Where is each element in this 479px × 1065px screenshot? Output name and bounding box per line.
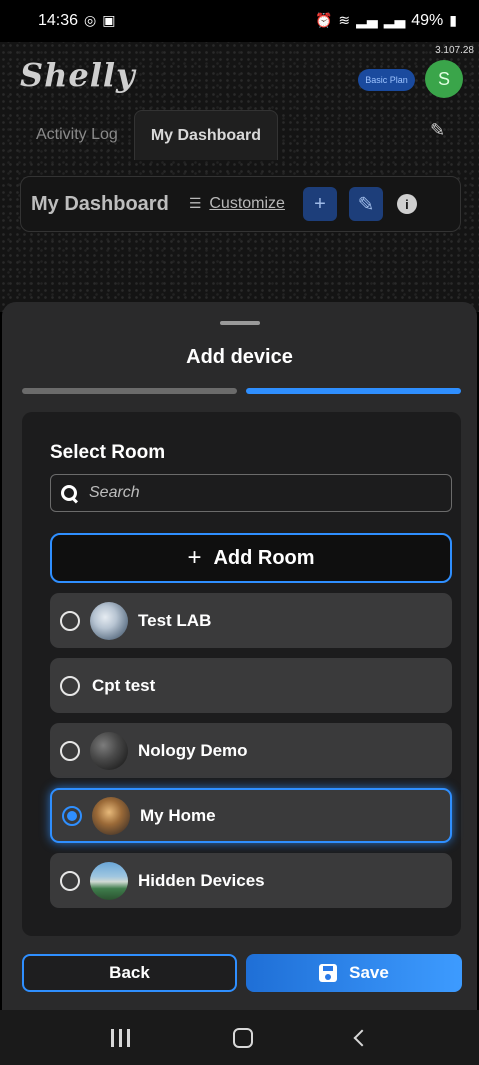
room-label: Cpt test [92,675,156,695]
app-version: 3.107.28 [435,45,474,56]
sliders-icon: ☰ [188,196,202,212]
customize-label: Customize [209,195,285,212]
status-right-group: ⏰ ≋ ▂▄ ▂▄ 49% ▮ [315,12,457,30]
room-thumbnail [92,796,130,835]
avatar[interactable]: S [425,60,463,98]
room-label: My Home [140,805,216,825]
system-nav-bar [0,1010,479,1065]
status-bar: 14:36 ◎ ▣ ⏰ ≋ ▂▄ ▂▄ 49% ▮ [0,0,479,42]
info-icon[interactable]: i [396,194,417,214]
save-button[interactable]: Save [246,954,462,992]
home-icon[interactable] [232,1027,253,1048]
room-thumbnail [90,601,128,640]
plan-badge[interactable]: Basic Plan [358,69,415,91]
room-thumbnail [90,861,128,900]
room-label: Nology Demo [138,740,248,760]
room-item-test-lab[interactable]: Test LAB [50,593,452,648]
room-item-cpt-test[interactable]: Cpt test [50,658,452,713]
signal-icon: ▂▄ [383,13,406,29]
room-item-hidden-devices[interactable]: Hidden Devices [50,853,452,908]
clock: 14:36 [38,12,79,29]
add-room-button[interactable]: + Add Room [50,533,452,583]
search-input[interactable] [89,484,441,502]
radio-icon[interactable] [60,740,80,761]
back-button[interactable]: Back [22,954,237,992]
search-icon [61,485,77,501]
add-device-sheet: Add device Select Room + Add Room Test L… [2,302,477,1010]
dashboard-header-card: My Dashboard ☰ Customize + ✎ i [20,176,461,232]
drag-handle[interactable] [220,321,260,325]
radio-icon[interactable] [60,610,80,631]
select-room-panel: Select Room + Add Room Test LAB Cpt test… [22,412,461,936]
edit-dashboard-button[interactable]: ✎ [348,187,383,221]
gallery-icon: ▣ [102,13,116,29]
room-label: Test LAB [138,610,212,630]
pencil-icon[interactable]: ✎ [430,120,445,141]
wifi-icon: ≋ [338,13,351,29]
floppy-disk-icon [319,964,338,982]
customize-link[interactable]: ☰ Customize [189,195,285,213]
status-time-group: 14:36 ◎ ▣ [38,12,116,30]
battery-icon: ▮ [449,13,457,29]
signal-icon: ▂▄ [356,13,378,29]
room-item-nology-demo[interactable]: Nology Demo [50,723,452,778]
radio-icon[interactable] [60,870,80,891]
tab-activity-log[interactable]: Activity Log [20,110,134,160]
sheet-title: Add device [186,346,293,368]
step-progress-1 [22,388,237,394]
room-label: Hidden Devices [138,870,265,890]
whatsapp-icon: ◎ [84,13,97,29]
step-progress-2 [246,388,461,394]
dashboard-title: My Dashboard [31,192,169,215]
radio-selected-icon[interactable] [62,805,82,826]
add-room-label: Add Room [213,546,315,569]
background-dashboard: 3.107.28 Shelly Basic Plan S Activity Lo… [0,42,479,312]
tab-my-dashboard[interactable]: My Dashboard [133,110,279,160]
room-item-my-home[interactable]: My Home [50,788,452,843]
search-field[interactable] [50,474,452,512]
dashboard-tabs: Activity Log My Dashboard [20,106,279,160]
pencil-icon: ✎ [357,193,375,216]
save-label: Save [349,963,389,982]
alarm-icon: ⏰ [314,13,333,29]
shelly-logo: Shelly [20,56,136,94]
recent-apps-icon[interactable] [111,1028,131,1047]
battery-percent: 49% [411,12,444,29]
radio-icon[interactable] [60,675,80,696]
add-widget-button[interactable]: + [302,187,337,221]
select-room-heading: Select Room [50,442,166,463]
plus-icon: + [187,544,202,571]
plus-icon: + [314,192,326,215]
room-thumbnail [90,731,128,770]
back-nav-icon[interactable] [353,1029,371,1046]
